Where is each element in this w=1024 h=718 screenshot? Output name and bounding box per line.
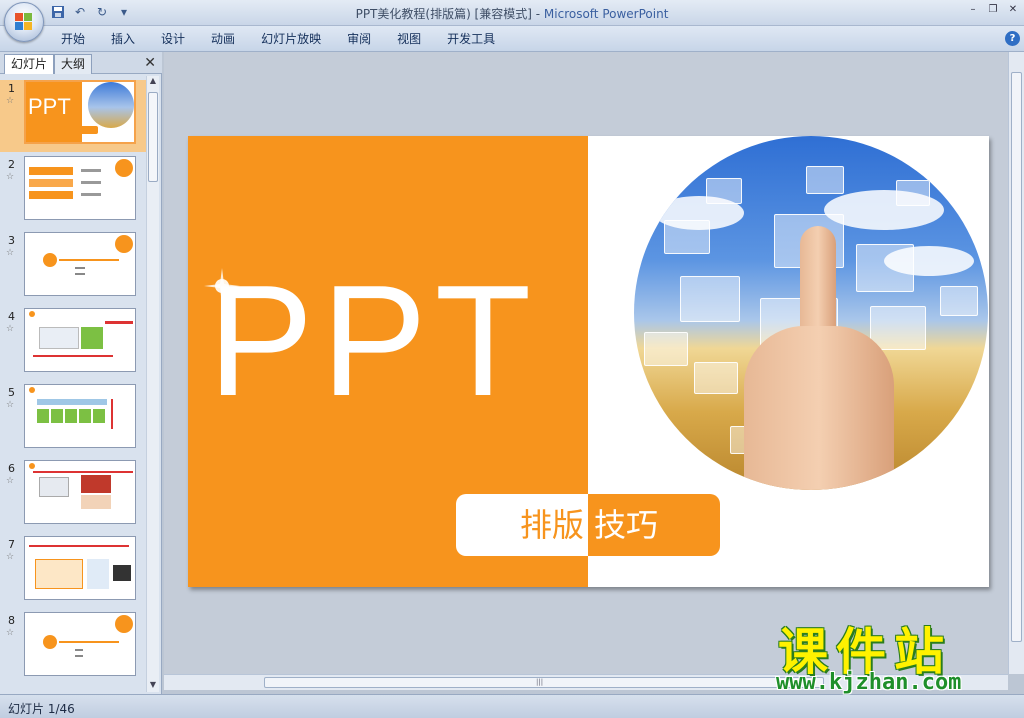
- thumbnail-preview: [24, 308, 136, 372]
- slide-thumbnail-3[interactable]: 3 ☆: [0, 232, 146, 304]
- slide-number: 8: [8, 614, 15, 627]
- tab-slides[interactable]: 幻灯片: [4, 54, 55, 74]
- slide-thumbnail-2[interactable]: 2 ☆: [0, 156, 146, 228]
- slide-thumbnail-7[interactable]: 7 ☆: [0, 536, 146, 608]
- slide-vertical-scrollbar[interactable]: [1008, 52, 1024, 674]
- window-title: PPT美化教程(排版篇) [兼容模式] - Microsoft PowerPoi…: [355, 7, 669, 21]
- tab-review[interactable]: 审阅: [334, 26, 384, 52]
- scroll-up-icon[interactable]: ▲: [147, 76, 159, 88]
- slide-number: 7: [8, 538, 15, 551]
- slide-number: 2: [8, 158, 15, 171]
- subtitle-right-text: 技巧: [588, 494, 720, 556]
- tab-outline[interactable]: 大纲: [54, 54, 93, 74]
- slide-thumbnail-8[interactable]: 8 ☆: [0, 612, 146, 684]
- tab-home[interactable]: 开始: [48, 26, 98, 52]
- slide-editing-area: PPT 排版 技巧: [164, 52, 1008, 674]
- restore-icon[interactable]: ❐: [986, 3, 1000, 17]
- scrollbar-thumb[interactable]: [1011, 72, 1022, 642]
- current-slide[interactable]: PPT 排版 技巧: [188, 136, 989, 587]
- title-bar: ↶ ↻ ▾ PPT美化教程(排版篇) [兼容模式] - Microsoft Po…: [0, 0, 1024, 26]
- transition-star-icon: ☆: [6, 552, 15, 562]
- slide-number: 4: [8, 310, 15, 323]
- ribbon: 开始 插入 设计 动画 幻灯片放映 审阅 视图 开发工具 ?: [0, 26, 1024, 52]
- office-button[interactable]: [4, 2, 44, 42]
- watermark-url: www.kjzhan.com: [776, 670, 962, 695]
- office-logo-icon: [15, 13, 33, 31]
- thumbnail-preview: [24, 460, 136, 524]
- transition-star-icon: ☆: [6, 628, 15, 638]
- slide-number: 6: [8, 462, 15, 475]
- slide-counter: 幻灯片 1/46: [8, 702, 75, 716]
- slide-number: 3: [8, 234, 15, 247]
- thumbnail-preview: [24, 612, 136, 676]
- tab-slideshow[interactable]: 幻灯片放映: [248, 26, 334, 52]
- thumbnail-preview: PPT: [24, 80, 136, 144]
- slide-title[interactable]: PPT: [208, 256, 539, 426]
- slides-panel: 幻灯片 大纲 ✕ 1 ☆ PPT 2 ☆ 3 ☆ 4 ☆ 5 ☆ 6 ☆ 7 ☆…: [0, 52, 162, 694]
- close-panel-icon[interactable]: ✕: [144, 55, 156, 71]
- tab-view[interactable]: 视图: [384, 26, 434, 52]
- transition-star-icon: ☆: [6, 248, 15, 258]
- scroll-down-icon[interactable]: ▼: [147, 680, 159, 692]
- thumbnail-scrollbar[interactable]: ▲ ▼: [146, 76, 159, 692]
- hand-touch-photo[interactable]: [634, 136, 988, 490]
- thumbnail-preview: [24, 156, 136, 220]
- thumbnail-preview: [24, 536, 136, 600]
- scrollbar-grip-icon: |||: [536, 678, 544, 686]
- transition-star-icon: ☆: [6, 324, 15, 334]
- minimize-icon[interactable]: –: [966, 3, 980, 17]
- scrollbar-thumb[interactable]: [264, 677, 824, 688]
- transition-star-icon: ☆: [6, 476, 15, 486]
- ribbon-tabs: 开始 插入 设计 动画 幻灯片放映 审阅 视图 开发工具: [48, 26, 508, 52]
- thumbnail-preview: [24, 384, 136, 448]
- watermark: 课件站 www.kjzhan.com: [772, 612, 1012, 696]
- slide-thumbnail-5[interactable]: 5 ☆: [0, 384, 146, 456]
- window-controls: – ❐ ✕: [966, 3, 1020, 17]
- scrollbar-thumb[interactable]: [148, 92, 158, 182]
- transition-star-icon: ☆: [6, 172, 15, 182]
- transition-star-icon: ☆: [6, 400, 15, 410]
- transition-star-icon: ☆: [6, 96, 15, 106]
- tab-design[interactable]: 设计: [148, 26, 198, 52]
- tab-insert[interactable]: 插入: [98, 26, 148, 52]
- close-icon[interactable]: ✕: [1006, 3, 1020, 17]
- subtitle-left-text: 排版: [456, 494, 588, 556]
- thumbnail-preview: [24, 232, 136, 296]
- slide-number: 5: [8, 386, 15, 399]
- tab-animations[interactable]: 动画: [198, 26, 248, 52]
- slide-number: 1: [8, 82, 15, 95]
- panel-tabs: 幻灯片 大纲 ✕: [0, 52, 162, 74]
- slide-thumbnail-4[interactable]: 4 ☆: [0, 308, 146, 380]
- slide-thumbnail-6[interactable]: 6 ☆: [0, 460, 146, 532]
- slide-thumbnail-1[interactable]: 1 ☆ PPT: [0, 80, 146, 152]
- tab-developer[interactable]: 开发工具: [434, 26, 508, 52]
- sparkle-icon: [204, 268, 240, 304]
- thumbnail-list: 1 ☆ PPT 2 ☆ 3 ☆ 4 ☆ 5 ☆ 6 ☆ 7 ☆ 8 ☆: [0, 76, 146, 692]
- help-icon[interactable]: ?: [1005, 31, 1020, 46]
- subtitle-label[interactable]: 排版 技巧: [456, 494, 720, 556]
- status-bar: 幻灯片 1/46: [0, 694, 1024, 718]
